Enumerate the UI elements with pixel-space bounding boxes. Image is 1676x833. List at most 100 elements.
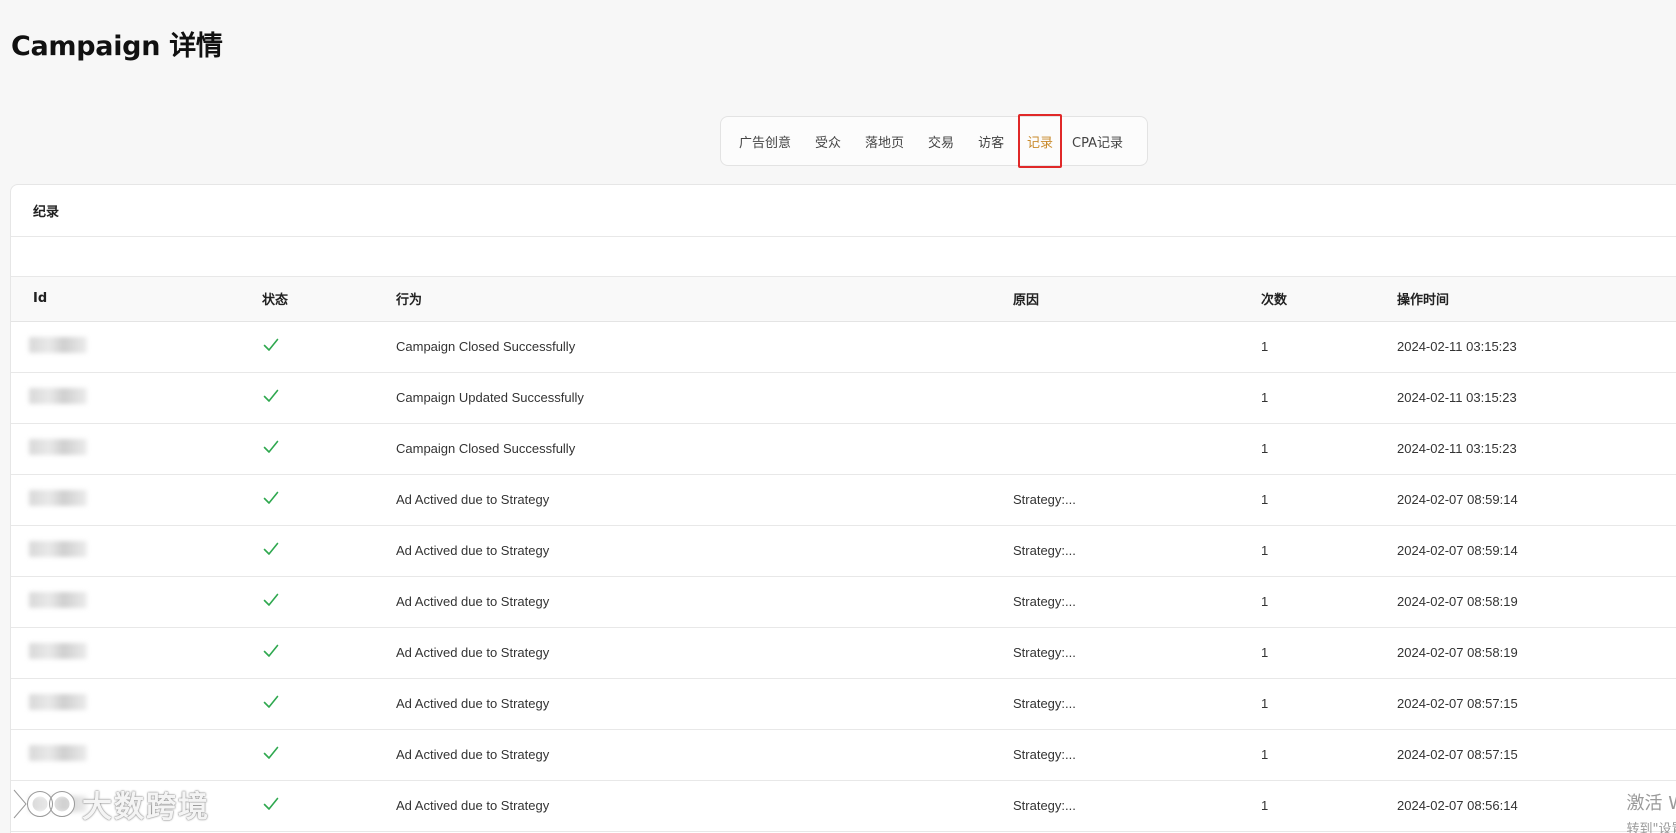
cell-action: Campaign Updated Successfully bbox=[396, 372, 1013, 424]
card-title: 纪录 bbox=[11, 185, 1676, 237]
cell-reason: Strategy:... bbox=[1013, 525, 1261, 577]
col-header-id: Id bbox=[11, 277, 262, 322]
cell-status bbox=[262, 321, 396, 373]
cell-count: 1 bbox=[1261, 525, 1397, 577]
page: Campaign 详情 广告创意 受众 落地页 交易 访客 记录 CPA记录 纪… bbox=[0, 0, 1676, 833]
tab-ad-creative[interactable]: 广告创意 bbox=[739, 116, 791, 166]
cell-count: 1 bbox=[1261, 372, 1397, 424]
check-icon bbox=[263, 644, 279, 657]
cell-id bbox=[11, 525, 262, 577]
check-icon bbox=[263, 440, 279, 453]
table-row: Campaign Closed Successfully 1 2024-02-11 … bbox=[11, 321, 1676, 373]
cell-id bbox=[11, 474, 262, 526]
tab-cpa-records[interactable]: CPA记录 bbox=[1072, 116, 1123, 166]
table-row: Ad Actived due to Strategy Strategy:... 1 2… bbox=[11, 780, 1676, 832]
cell-id bbox=[11, 423, 262, 475]
cell-reason: Strategy:... bbox=[1013, 576, 1261, 628]
table-row: Campaign Updated Successfully 1 2024-02-11… bbox=[11, 372, 1676, 424]
cell-status bbox=[262, 678, 396, 730]
col-header-count: 次数 bbox=[1261, 277, 1397, 322]
cell-id bbox=[11, 678, 262, 730]
cell-status bbox=[262, 780, 396, 832]
check-icon bbox=[263, 695, 279, 708]
table-row: Ad Actived due to Strategy Strategy:... 1 2… bbox=[11, 627, 1676, 679]
cell-count: 1 bbox=[1261, 627, 1397, 679]
redacted-id bbox=[29, 337, 87, 353]
cell-status bbox=[262, 423, 396, 475]
tab-transactions[interactable]: 交易 bbox=[928, 116, 954, 166]
redacted-id bbox=[29, 541, 87, 557]
cell-id bbox=[11, 627, 262, 679]
cell-count: 1 bbox=[1261, 678, 1397, 730]
cell-status bbox=[262, 627, 396, 679]
check-icon bbox=[263, 593, 279, 606]
cell-reason: Strategy:... bbox=[1013, 474, 1261, 526]
check-icon bbox=[263, 338, 279, 351]
col-header-reason: 原因 bbox=[1013, 277, 1261, 322]
cell-time: 2024-02-07 08:59:14 bbox=[1397, 525, 1676, 577]
cell-action: Ad Actived due to Strategy bbox=[396, 678, 1013, 730]
cell-status bbox=[262, 525, 396, 577]
watermark-brand-text: 大数跨境 bbox=[82, 790, 210, 825]
redacted-id bbox=[29, 643, 87, 659]
tab-visitors[interactable]: 访客 bbox=[978, 116, 1004, 166]
records-table: Id 状态 行为 原因 次数 操作时间 Campaign Closed Succ… bbox=[11, 277, 1676, 832]
cell-count: 1 bbox=[1261, 423, 1397, 475]
tab-bar: 广告创意 受众 落地页 交易 访客 记录 CPA记录 bbox=[720, 114, 1148, 168]
check-icon bbox=[263, 746, 279, 759]
cell-reason bbox=[1013, 372, 1261, 424]
records-card: 纪录 Id 状态 行为 原因 次数 操作时间 Campaign Closed S… bbox=[10, 184, 1676, 833]
cell-reason bbox=[1013, 423, 1261, 475]
check-icon bbox=[263, 389, 279, 402]
cell-action: Ad Actived due to Strategy bbox=[396, 729, 1013, 781]
table-row: Ad Actived due to Strategy Strategy:... 1 2… bbox=[11, 678, 1676, 730]
brand-logo-icon bbox=[11, 787, 75, 821]
cell-time: 2024-02-11 03:15:23 bbox=[1397, 372, 1676, 424]
tab-landing-page[interactable]: 落地页 bbox=[865, 116, 904, 166]
col-header-status: 状态 bbox=[262, 277, 396, 322]
activate-line-1: 激活 W bbox=[1626, 793, 1676, 814]
redacted-id bbox=[29, 592, 87, 608]
cell-count: 1 bbox=[1261, 474, 1397, 526]
cell-action: Ad Actived due to Strategy bbox=[396, 474, 1013, 526]
cell-time: 2024-02-07 08:57:15 bbox=[1397, 678, 1676, 730]
cell-status bbox=[262, 372, 396, 424]
cell-count: 1 bbox=[1261, 729, 1397, 781]
activate-line-2: 转到"设置 bbox=[1626, 822, 1676, 833]
cell-reason: Strategy:... bbox=[1013, 678, 1261, 730]
col-header-time: 操作时间 bbox=[1397, 277, 1676, 322]
cell-count: 1 bbox=[1261, 780, 1397, 832]
cell-action: Ad Actived due to Strategy bbox=[396, 525, 1013, 577]
cell-time: 2024-02-07 08:59:14 bbox=[1397, 474, 1676, 526]
cell-id bbox=[11, 372, 262, 424]
cell-action: Campaign Closed Successfully bbox=[396, 321, 1013, 373]
tab-audience[interactable]: 受众 bbox=[815, 116, 841, 166]
cell-status bbox=[262, 576, 396, 628]
cell-time: 2024-02-07 08:58:19 bbox=[1397, 627, 1676, 679]
cell-reason: Strategy:... bbox=[1013, 780, 1261, 832]
cell-time: 2024-02-11 03:15:23 bbox=[1397, 321, 1676, 373]
table-row: Ad Actived due to Strategy Strategy:... 1 2… bbox=[11, 474, 1676, 526]
redacted-id bbox=[29, 490, 87, 506]
cell-action: Ad Actived due to Strategy bbox=[396, 780, 1013, 832]
activate-windows-watermark: 激活 W 转到"设置 bbox=[1626, 789, 1676, 833]
cell-time: 2024-02-07 08:58:19 bbox=[1397, 576, 1676, 628]
cell-action: Ad Actived due to Strategy bbox=[396, 576, 1013, 628]
redacted-id bbox=[29, 745, 87, 761]
check-icon bbox=[263, 542, 279, 555]
cell-status bbox=[262, 474, 396, 526]
redacted-id bbox=[29, 388, 87, 404]
card-toolbar-area bbox=[11, 237, 1676, 277]
page-title: Campaign 详情 bbox=[11, 31, 223, 62]
cell-reason: Strategy:... bbox=[1013, 627, 1261, 679]
table-row: Ad Actived due to Strategy Strategy:... 1 2… bbox=[11, 576, 1676, 628]
cell-action: Ad Actived due to Strategy bbox=[396, 627, 1013, 679]
cell-time: 2024-02-07 08:57:15 bbox=[1397, 729, 1676, 781]
table-header-row: Id 状态 行为 原因 次数 操作时间 bbox=[11, 277, 1676, 322]
cell-count: 1 bbox=[1261, 576, 1397, 628]
cell-id bbox=[11, 321, 262, 373]
tab-records[interactable]: 记录 bbox=[1018, 114, 1063, 168]
cell-time: 2024-02-11 03:15:23 bbox=[1397, 423, 1676, 475]
cell-id bbox=[11, 576, 262, 628]
cell-count: 1 bbox=[1261, 321, 1397, 373]
